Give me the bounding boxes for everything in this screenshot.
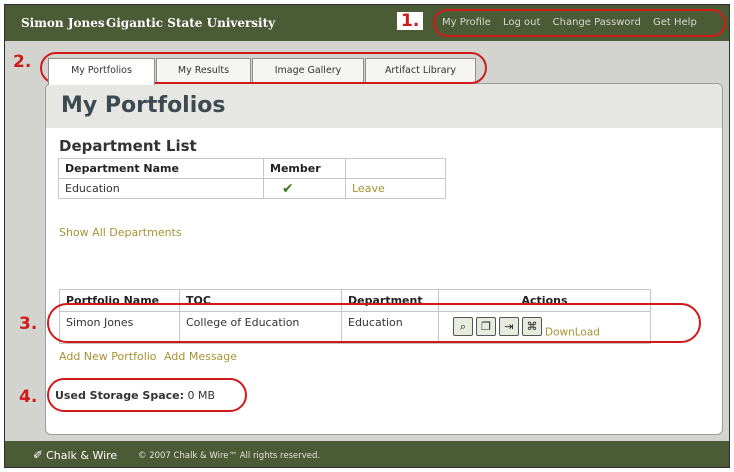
portfolio-links: Add New Portfolio Add Message bbox=[59, 350, 237, 363]
annotation-1-oval bbox=[433, 9, 726, 37]
tab-my-portfolios[interactable]: My Portfolios bbox=[48, 58, 155, 85]
user-name: Simon Jones bbox=[21, 16, 105, 30]
add-message-link[interactable]: Add Message bbox=[164, 350, 237, 363]
university-name: Gigantic State University bbox=[106, 16, 276, 30]
page-title: My Portfolios bbox=[61, 93, 226, 118]
chalk-logo-icon: ✐ bbox=[33, 448, 44, 462]
department-name-header: Department Name bbox=[58, 158, 264, 179]
department-list-title: Department List bbox=[59, 137, 197, 155]
annotation-1-label: 1. bbox=[397, 12, 424, 30]
annotation-3-oval bbox=[47, 303, 701, 343]
add-new-portfolio-link[interactable]: Add New Portfolio bbox=[59, 350, 157, 363]
annotation-3-label: 3. bbox=[19, 314, 38, 334]
panel-header: My Portfolios bbox=[46, 84, 722, 128]
app-window: Simon Jones Gigantic State University My… bbox=[4, 4, 730, 468]
department-header-row: Department Name Member bbox=[58, 158, 446, 179]
show-all-departments-link[interactable]: Show All Departments bbox=[59, 226, 182, 239]
annotation-4-label: 4. bbox=[19, 387, 38, 407]
footer-copyright: © 2007 Chalk & Wire™ All rights reserved… bbox=[138, 451, 321, 461]
footer: ✐ Chalk & Wire © 2007 Chalk & Wire™ All r… bbox=[5, 441, 729, 467]
department-action-header bbox=[345, 158, 446, 179]
footer-logo: ✐ Chalk & Wire bbox=[33, 448, 117, 462]
footer-logo-text: Chalk & Wire bbox=[46, 449, 118, 462]
department-table: Department Name Member Education ✔ Leave bbox=[58, 158, 446, 199]
checkmark-icon: ✔ bbox=[282, 180, 294, 197]
leave-link[interactable]: Leave bbox=[352, 182, 385, 195]
annotation-2-label: 2. bbox=[13, 52, 32, 72]
table-row: Education ✔ Leave bbox=[58, 178, 446, 199]
member-header: Member bbox=[263, 158, 346, 179]
department-name: Education bbox=[58, 178, 264, 199]
annotation-4-oval bbox=[47, 378, 247, 412]
